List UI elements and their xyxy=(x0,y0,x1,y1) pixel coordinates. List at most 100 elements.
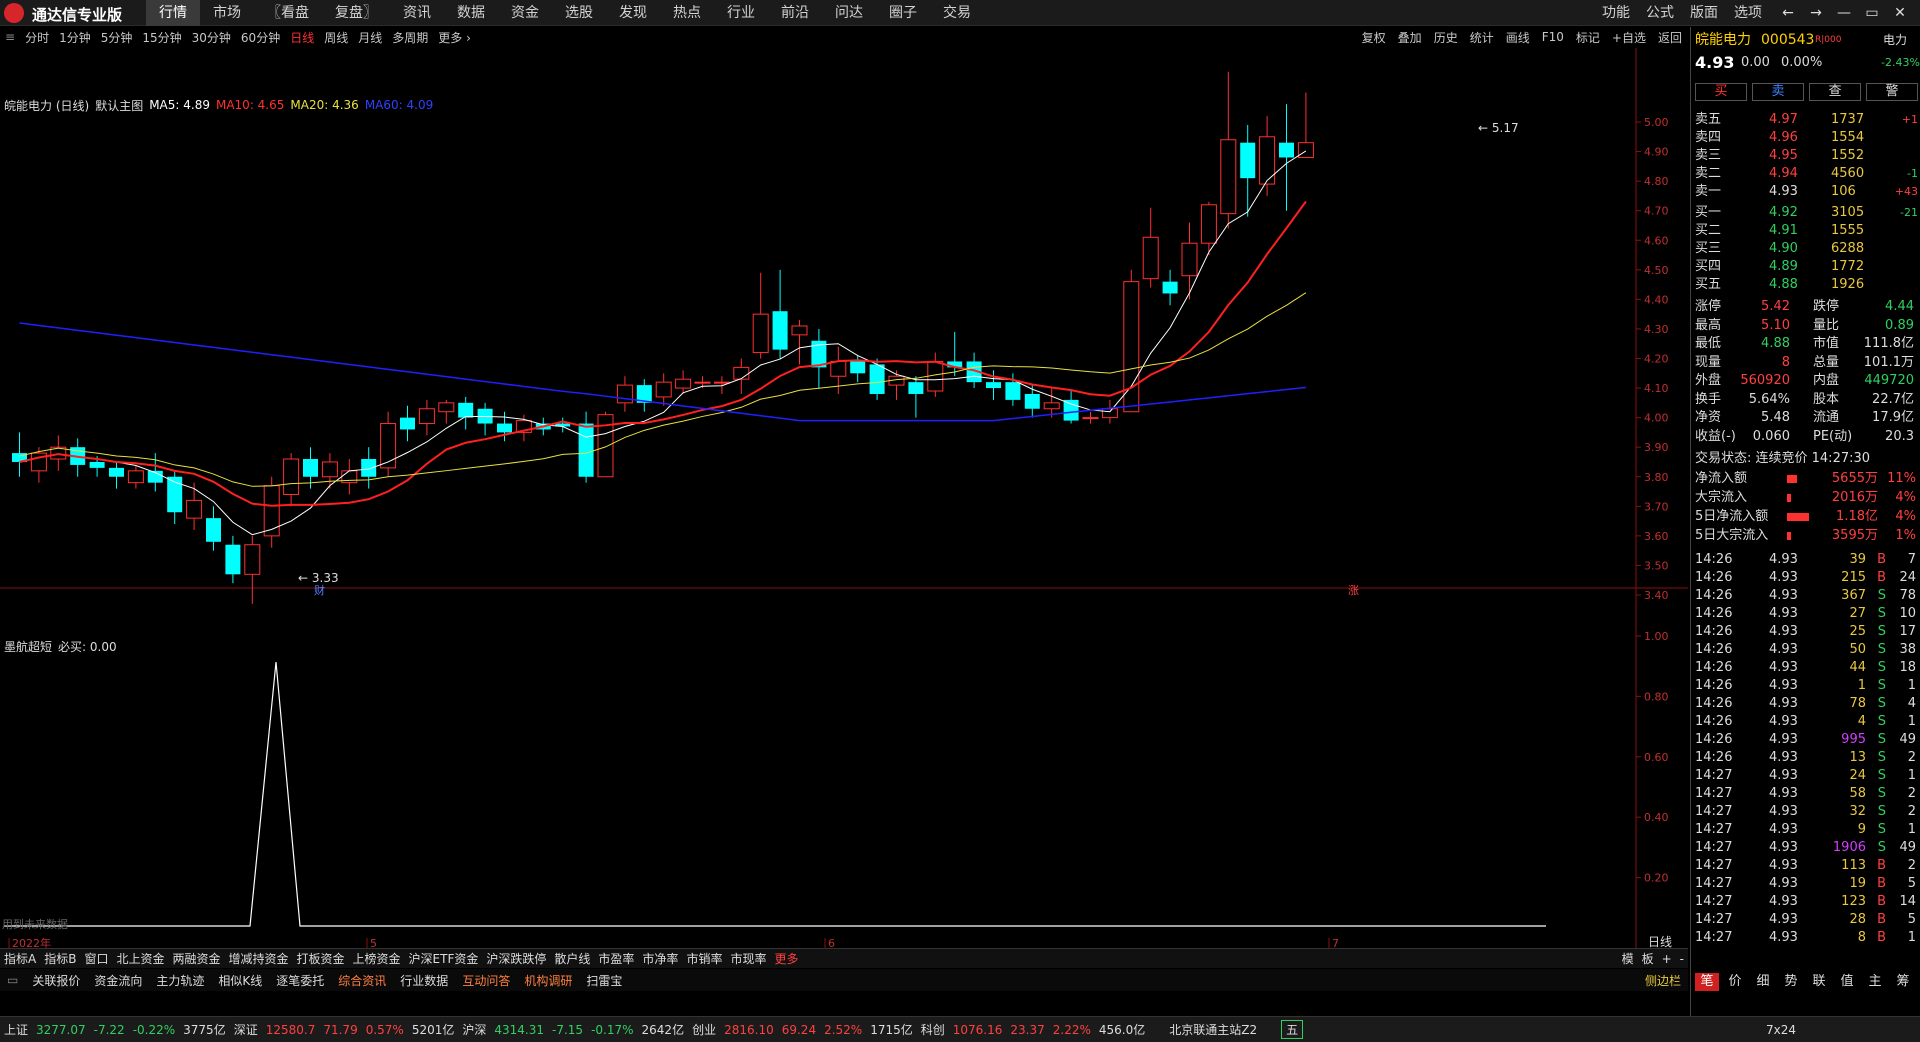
period-6[interactable]: 日线 xyxy=(285,29,319,46)
indicator-tab-0[interactable]: 指标A xyxy=(0,950,40,967)
indicator-tab-11[interactable]: 市盈率 xyxy=(594,950,638,967)
period-1[interactable]: 1分钟 xyxy=(54,29,96,46)
panel-tab-5[interactable]: 值 xyxy=(1835,973,1859,991)
indicator-tab-9[interactable]: 沪深跌跌停 xyxy=(482,950,550,967)
tab-control-0[interactable]: 模 xyxy=(1618,950,1638,967)
menu-item-8[interactable]: 发现 xyxy=(606,0,660,26)
toolbar-1[interactable]: 叠加 xyxy=(1392,29,1428,46)
panel-tab-7[interactable]: 筹 xyxy=(1891,973,1915,991)
alert-button[interactable]: 警 xyxy=(1866,83,1918,101)
ask-price[interactable]: 4.94 xyxy=(1769,165,1798,183)
panel-tab-2[interactable]: 细 xyxy=(1751,973,1775,991)
menu-item-3[interactable]: 复盘〗 xyxy=(322,0,390,26)
menu-item-4[interactable]: 资讯 xyxy=(390,0,444,26)
period-5[interactable]: 60分钟 xyxy=(236,29,285,46)
period-2[interactable]: 5分钟 xyxy=(96,29,138,46)
toolbar-6[interactable]: 标记 xyxy=(1570,29,1606,46)
menu-item-5[interactable]: 数据 xyxy=(444,0,498,26)
indicator-tab-4[interactable]: 两融资金 xyxy=(168,950,224,967)
menu-icon[interactable]: ▭ xyxy=(0,973,25,987)
index-name[interactable]: 沪深 xyxy=(458,1021,490,1038)
kline-chart[interactable]: 5.00 4.90 4.80 4.70 4.60 4.50 4.40 4.30 4.20 4.10… xyxy=(0,48,1688,950)
info-tab-5[interactable]: 综合资讯 xyxy=(331,972,393,989)
period-7[interactable]: 周线 xyxy=(319,29,353,46)
bid-price[interactable]: 4.92 xyxy=(1769,204,1798,222)
info-tab-6[interactable]: 行业数据 xyxy=(393,972,455,989)
menu-item-2[interactable]: 〖看盘 xyxy=(254,0,322,26)
ask-price[interactable]: 4.97 xyxy=(1769,111,1798,129)
ask-price[interactable]: 4.95 xyxy=(1769,147,1798,165)
toolbar-0[interactable]: 复权 xyxy=(1356,29,1392,46)
bid-price[interactable]: 4.88 xyxy=(1769,276,1798,294)
bid-price[interactable]: 4.90 xyxy=(1769,240,1798,258)
right-menu-item-3[interactable]: 选项 xyxy=(1726,0,1770,26)
back-arrow-icon[interactable]: ← xyxy=(1774,0,1802,26)
menu-item-10[interactable]: 行业 xyxy=(714,0,768,26)
forward-arrow-icon[interactable]: → xyxy=(1802,0,1830,26)
check-button[interactable]: 查 xyxy=(1809,83,1861,101)
menu-item-11[interactable]: 前沿 xyxy=(768,0,822,26)
indicator-name[interactable]: 墨航超短 xyxy=(4,638,52,655)
period-10[interactable]: 更多 › xyxy=(433,29,476,46)
panel-tab-6[interactable]: 主 xyxy=(1863,973,1887,991)
panel-tab-4[interactable]: 联 xyxy=(1807,973,1831,991)
toolbar-4[interactable]: 画线 xyxy=(1500,29,1536,46)
main-chart-label[interactable]: 默认主图 xyxy=(95,97,143,114)
ime-indicator[interactable]: 五 xyxy=(1281,1020,1304,1039)
info-tab-9[interactable]: 扫雷宝 xyxy=(579,972,629,989)
period-8[interactable]: 月线 xyxy=(353,29,387,46)
right-menu-item-1[interactable]: 公式 xyxy=(1638,0,1682,26)
info-tab-3[interactable]: 相似K线 xyxy=(211,972,269,989)
menu-item-6[interactable]: 资金 xyxy=(498,0,552,26)
period-4[interactable]: 30分钟 xyxy=(187,29,236,46)
period-menu-icon[interactable]: ≡ xyxy=(0,30,20,44)
indicator-tab-2[interactable]: 窗口 xyxy=(80,950,112,967)
right-menu-item-2[interactable]: 版面 xyxy=(1682,0,1726,26)
maximize-icon[interactable]: ▭ xyxy=(1858,0,1886,26)
info-tab-8[interactable]: 机构调研 xyxy=(517,972,579,989)
menu-item-13[interactable]: 圈子 xyxy=(876,0,930,26)
indicator-tab-8[interactable]: 沪深ETF资金 xyxy=(405,950,483,967)
toolbar-8[interactable]: 返回 xyxy=(1652,29,1688,46)
menu-item-1[interactable]: 市场 xyxy=(200,0,254,26)
indicator-tab-10[interactable]: 散户线 xyxy=(550,950,594,967)
menu-item-14[interactable]: 交易 xyxy=(930,0,984,26)
toolbar-3[interactable]: 统计 xyxy=(1464,29,1500,46)
toolbar-2[interactable]: 历史 xyxy=(1428,29,1464,46)
period-0[interactable]: 分时 xyxy=(20,29,54,46)
ask-price[interactable]: 4.96 xyxy=(1769,129,1798,147)
menu-item-12[interactable]: 问达 xyxy=(822,0,876,26)
info-tab-7[interactable]: 互动问答 xyxy=(455,972,517,989)
menu-item-0[interactable]: 行情 xyxy=(146,0,200,26)
sell-button[interactable]: 卖 xyxy=(1752,83,1804,101)
info-tab-4[interactable]: 逐笔委托 xyxy=(269,972,331,989)
news-clock[interactable]: 7x24 xyxy=(1762,1023,1800,1037)
sector-tag[interactable]: 电力 xyxy=(1883,31,1907,49)
panel-tab-1[interactable]: 价 xyxy=(1723,973,1747,991)
close-icon[interactable]: ✕ xyxy=(1886,0,1914,26)
period-3[interactable]: 15分钟 xyxy=(137,29,186,46)
buy-button[interactable]: 买 xyxy=(1695,83,1747,101)
indicator-tab-14[interactable]: 市现率 xyxy=(726,950,770,967)
period-9[interactable]: 多周期 xyxy=(387,29,433,46)
indicator-tab-13[interactable]: 市销率 xyxy=(682,950,726,967)
index-name[interactable]: 深证 xyxy=(230,1021,262,1038)
bid-price[interactable]: 4.89 xyxy=(1769,258,1798,276)
server-name[interactable]: 北京联通主站Z2 xyxy=(1165,1021,1261,1038)
chart-canvas[interactable]: 5.00 4.90 4.80 4.70 4.60 4.50 4.40 4.30 4.20 4.10… xyxy=(0,48,1688,950)
minimize-icon[interactable]: — xyxy=(1830,0,1858,26)
tab-control-2[interactable]: + xyxy=(1658,952,1676,966)
toolbar-7[interactable]: +自选 xyxy=(1606,29,1652,46)
indicator-tab-5[interactable]: 增减持资金 xyxy=(225,950,293,967)
panel-tab-0[interactable]: 笔 xyxy=(1695,973,1719,991)
toolbar-5[interactable]: F10 xyxy=(1536,30,1570,44)
tab-control-1[interactable]: 板 xyxy=(1638,950,1658,967)
info-tab-0[interactable]: 关联报价 xyxy=(25,972,87,989)
info-tab-2[interactable]: 主力轨迹 xyxy=(149,972,211,989)
menu-item-7[interactable]: 选股 xyxy=(552,0,606,26)
indicator-tab-3[interactable]: 北上资金 xyxy=(112,950,168,967)
tab-control-3[interactable]: - xyxy=(1676,952,1688,966)
ask-price[interactable]: 4.93 xyxy=(1769,183,1798,201)
index-name[interactable]: 创业 xyxy=(688,1021,720,1038)
panel-tab-3[interactable]: 势 xyxy=(1779,973,1803,991)
